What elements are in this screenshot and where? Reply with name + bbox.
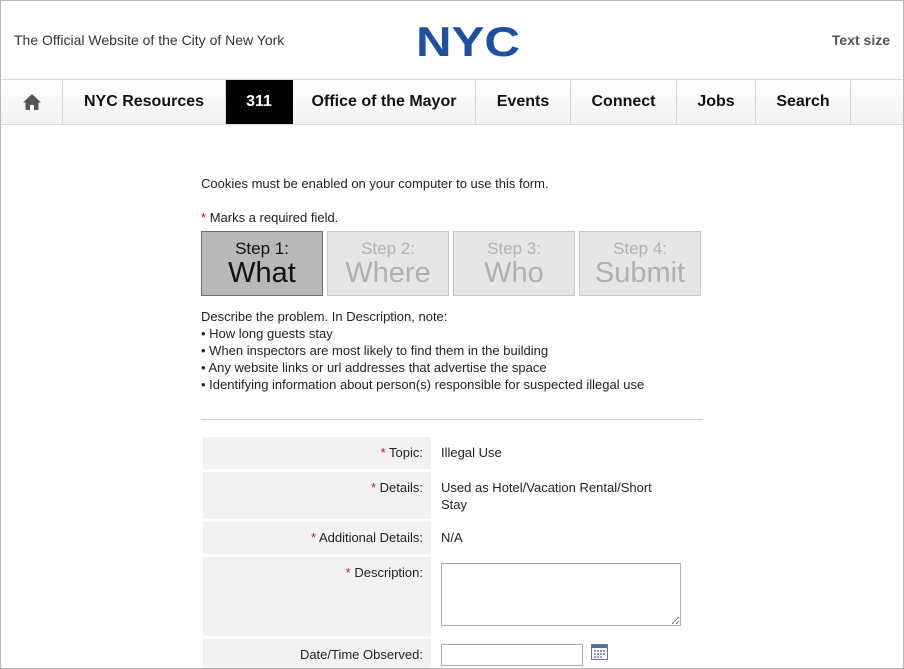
form-content: Cookies must be enabled on your computer… <box>201 175 703 668</box>
step-number: Step 3: <box>487 238 541 258</box>
text-size-button[interactable]: Text size <box>832 32 890 48</box>
additional-details-label: * Additional Details: <box>203 522 431 554</box>
cookie-note: Cookies must be enabled on your computer… <box>201 176 549 191</box>
required-field-note: * Marks a required field. <box>201 209 703 227</box>
step-name: Who <box>484 256 544 289</box>
date-time-cell <box>431 639 685 668</box>
list-item: Any website links or url addresses that … <box>201 359 703 376</box>
home-icon <box>22 94 41 110</box>
field-label: Topic: <box>389 445 423 460</box>
site-header: The Official Website of the City of New … <box>1 1 903 80</box>
problem-instructions: Describe the problem. In Description, no… <box>201 308 703 393</box>
topic-label: * Topic: <box>203 437 431 469</box>
date-time-input[interactable] <box>441 644 583 666</box>
main-nav: NYC Resources 311 Office of the Mayor Ev… <box>1 80 903 125</box>
step-4-submit: Step 4: Submit <box>579 231 701 296</box>
table-row: * Description: <box>203 557 685 636</box>
nav-home[interactable] <box>1 80 63 124</box>
table-row: Date/Time Observed: <box>203 639 685 668</box>
table-row: * Topic: Illegal Use <box>203 437 685 469</box>
instructions-intro: Describe the problem. In Description, no… <box>201 309 448 324</box>
step-2-where: Step 2: Where <box>327 231 449 296</box>
field-label: Additional Details: <box>318 530 423 545</box>
site-tagline: The Official Website of the City of New … <box>14 32 285 48</box>
step-number: Step 1: <box>235 238 289 258</box>
date-time-label: Date/Time Observed: <box>203 639 431 668</box>
step-3-who: Step 3: Who <box>453 231 575 296</box>
step-name: Submit <box>594 256 686 289</box>
nav-311[interactable]: 311 <box>226 80 293 124</box>
details-label: * Details: <box>203 472 431 519</box>
topic-value: Illegal Use <box>441 445 502 460</box>
details-value: Used as Hotel/Vacation Rental/Short Stay <box>441 480 652 512</box>
step-number: Step 4: <box>613 238 667 258</box>
description-label: * Description: <box>203 557 431 636</box>
step-name: What <box>228 256 296 289</box>
page-frame: The Official Website of the City of New … <box>0 0 904 669</box>
field-label: Details: <box>379 480 423 495</box>
section-divider <box>201 419 703 420</box>
instructions-list: How long guests stay When inspectors are… <box>201 325 703 393</box>
nav-connect[interactable]: Connect <box>571 80 677 124</box>
table-row: * Additional Details: N/A <box>203 522 685 554</box>
nav-filler <box>851 80 903 124</box>
nav-nyc-resources[interactable]: NYC Resources <box>63 80 226 124</box>
nyc-logo[interactable]: NYC <box>415 23 521 59</box>
calendar-icon[interactable] <box>590 644 608 660</box>
nav-search[interactable]: Search <box>756 80 851 124</box>
nyc-logo-text: NYC <box>416 23 520 59</box>
step-name: Where <box>345 256 431 289</box>
required-note-text: Marks a required field. <box>209 210 339 225</box>
required-marker: * <box>201 210 207 225</box>
required-marker: * <box>345 565 351 580</box>
description-cell <box>431 557 685 636</box>
nav-events[interactable]: Events <box>476 80 571 124</box>
step-1-what: Step 1: What <box>201 231 323 296</box>
required-marker: * <box>380 445 386 460</box>
nav-jobs[interactable]: Jobs <box>677 80 756 124</box>
list-item: When inspectors are most likely to find … <box>201 342 703 359</box>
step-indicator: Step 1: What Step 2: Where Step 3: Who S… <box>201 231 703 296</box>
step-number: Step 2: <box>361 238 415 258</box>
additional-details-value: N/A <box>441 530 463 545</box>
list-item: Identifying information about person(s) … <box>201 376 703 393</box>
required-marker: * <box>310 530 317 545</box>
table-row: * Details: Used as Hotel/Vacation Rental… <box>203 472 685 519</box>
complaint-form-table: * Topic: Illegal Use * Details: Used as … <box>203 434 685 668</box>
nav-office-of-the-mayor[interactable]: Office of the Mayor <box>293 80 476 124</box>
description-textarea[interactable] <box>441 563 681 626</box>
required-marker: * <box>370 480 377 495</box>
list-item: How long guests stay <box>201 325 703 342</box>
field-label: Description: <box>354 565 423 580</box>
